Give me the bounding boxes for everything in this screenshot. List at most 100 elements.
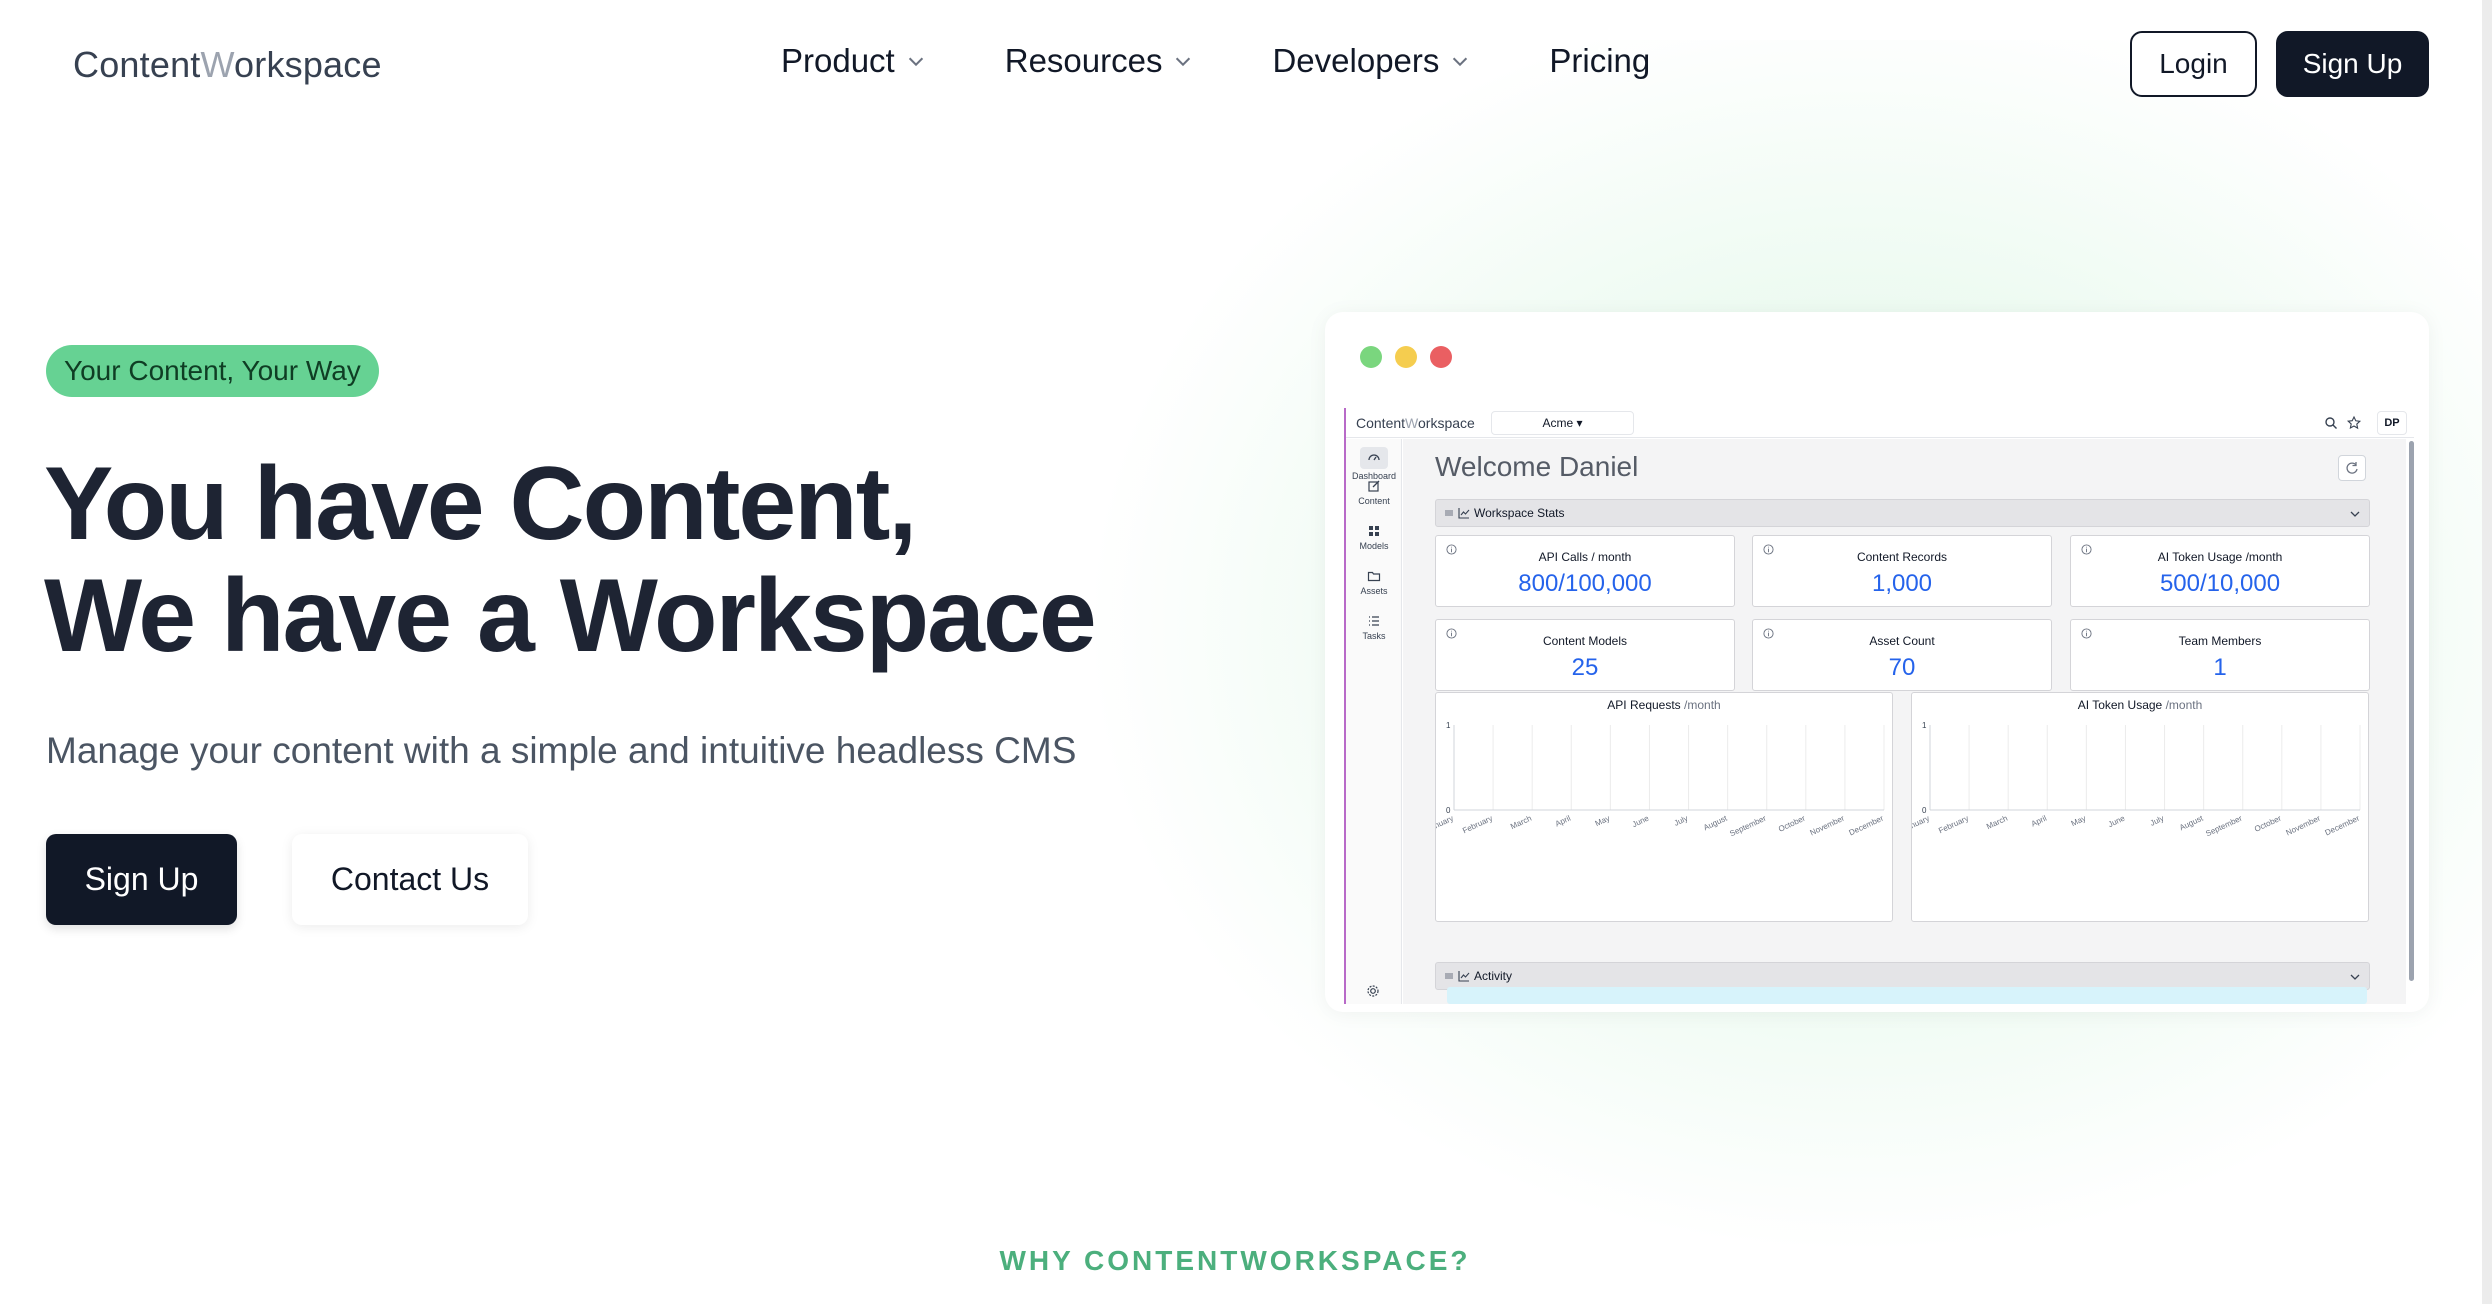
- drag-handle-icon: [1445, 973, 1453, 979]
- edit-icon: [1368, 480, 1380, 492]
- chart-card-ai-token-usage: AI Token Usage /month 1 0 January February M…: [1911, 692, 2369, 922]
- app-logo: ContentWorkspace: [1356, 415, 1475, 431]
- chevron-down-icon: [1453, 57, 1468, 67]
- chart-x-tick-label: June: [1631, 813, 1651, 829]
- sidebar-label: Content: [1358, 496, 1390, 506]
- chart-x-tick-label: October: [2253, 814, 2283, 834]
- stat-value: 800/100,000: [1518, 570, 1652, 597]
- window-dot-yellow: [1395, 346, 1417, 368]
- chart-x-tick-label: May: [2070, 814, 2088, 829]
- menu-pricing[interactable]: Pricing: [1549, 42, 1650, 80]
- hero-contact-button[interactable]: Contact Us: [292, 834, 528, 925]
- stat-card: Content Models 25: [1435, 619, 1735, 691]
- signup-button-nav[interactable]: Sign Up: [2276, 31, 2429, 97]
- section-title: Workspace Stats: [1474, 506, 1565, 520]
- site-logo[interactable]: ContentWorkspace: [73, 44, 382, 86]
- chart-x-tick-label: June: [2107, 813, 2127, 829]
- chart-x-tick-label: August: [2178, 813, 2205, 832]
- chart-card-api-requests: API Requests /month 1 0 January February Mar…: [1435, 692, 1893, 922]
- chart-x-tick-label: July: [1673, 814, 1690, 828]
- chart-title: API Requests /month: [1607, 698, 1721, 712]
- stat-title: Team Members: [2178, 634, 2262, 648]
- star-icon: [2346, 415, 2362, 430]
- chevron-down-icon: [2350, 511, 2360, 517]
- hero-headline-line-2: We have a Workspace: [44, 558, 1097, 674]
- refresh-button: [2338, 455, 2366, 481]
- chart-y-tick-label: 1: [1922, 721, 1927, 730]
- chart-line-icon: [1458, 508, 1470, 519]
- hero-headline-line-1: You have Content,: [44, 446, 917, 562]
- chart-x-tick-label: February: [1937, 814, 1970, 836]
- stat-card: Team Members 1: [2070, 619, 2370, 691]
- hero-badge: Your Content, Your Way: [46, 345, 379, 397]
- stat-card: API Calls / month 800/100,000: [1435, 535, 1735, 607]
- chart-x-tick-label: February: [1461, 814, 1494, 836]
- chart-x-tick-label: April: [2030, 814, 2049, 829]
- chart-x-tick-label: January: [1436, 814, 1455, 834]
- chart-x-tick-label: December: [1848, 814, 1886, 838]
- ai-token-usage-chart: 10January February March April May June July Au…: [1912, 721, 2362, 839]
- chart-x-tick-label: October: [1777, 814, 1807, 834]
- menu-product[interactable]: Product: [781, 42, 927, 80]
- why-section-heading: WHY CONTENTWORKSPACE?: [999, 1245, 1471, 1276]
- hero-subhead: Manage your content with a simple and in…: [46, 730, 1077, 771]
- workspace-select: Acme ▾: [1491, 411, 1634, 435]
- refresh-icon: [2346, 462, 2358, 474]
- stat-title: API Calls / month: [1538, 550, 1632, 564]
- section-title: Activity: [1474, 969, 1513, 983]
- chart-x-tick-label: March: [1509, 814, 1533, 832]
- stat-title: Content Records: [1856, 550, 1948, 564]
- stat-title: Content Models: [1542, 634, 1628, 648]
- app-scrollbar: [2409, 441, 2414, 981]
- page-scrollbar[interactable]: [2482, 0, 2492, 1304]
- folder-icon: [1367, 571, 1381, 582]
- chevron-down-icon: [2350, 974, 2360, 980]
- chart-line-icon: [1458, 971, 1470, 982]
- stat-value: 70: [1888, 654, 1916, 681]
- stat-title: Asset Count: [1869, 634, 1935, 648]
- chart-x-tick-label: March: [1985, 814, 2009, 832]
- sidebar-item-assets: Assets: [1346, 569, 1402, 596]
- grid-icon: [1369, 526, 1379, 536]
- main-menu: Product Resources Developers Pricing: [781, 42, 1650, 80]
- chart-x-tick-label: July: [2149, 814, 2166, 828]
- drag-handle-icon: [1445, 510, 1453, 516]
- hero-signup-button[interactable]: Sign Up: [46, 834, 237, 925]
- dashboard-icon: [1368, 454, 1380, 461]
- stat-title: AI Token Usage /month: [2157, 550, 2283, 564]
- menu-resources[interactable]: Resources: [1005, 42, 1195, 80]
- stat-card: AI Token Usage /month 500/10,000: [2070, 535, 2370, 607]
- avatar: DP: [2377, 411, 2407, 435]
- app-main: Welcome Daniel Workspace Stats API Calls…: [1403, 439, 2406, 1004]
- sidebar-label: Models: [1359, 541, 1389, 551]
- gear-icon: [1367, 985, 1379, 997]
- window-dot-green: [1360, 346, 1382, 368]
- app-topbar: ContentWorkspace Acme ▾ DP: [1346, 408, 2414, 438]
- menu-resources-label: Resources: [1004, 42, 1163, 79]
- stat-value: 1: [2213, 654, 2227, 681]
- chart-x-tick-label: December: [2324, 814, 2362, 838]
- welcome-title: Welcome Daniel: [1435, 451, 1639, 482]
- chart-x-tick-label: January: [1912, 814, 1931, 834]
- api-requests-chart: 10January February March April May June July Au…: [1436, 721, 1886, 839]
- chart-x-tick-label: November: [1809, 814, 1847, 838]
- stat-value: 500/10,000: [2159, 570, 2281, 597]
- activity-placeholder: [1447, 987, 2367, 1004]
- sidebar-item-models: Models: [1346, 524, 1402, 551]
- chart-x-tick-label: September: [2204, 814, 2244, 839]
- activity-section: Activity: [1435, 962, 2370, 990]
- app-preview-window: ContentWorkspace Acme ▾ DP Dashboard Con…: [1325, 312, 2429, 1012]
- top-navbar: ContentWorkspace Product Resources Devel…: [0, 0, 2492, 130]
- sidebar-label: Tasks: [1362, 631, 1386, 641]
- menu-developers-label: Developers: [1272, 42, 1440, 79]
- stat-card: Content Records 1,000: [1752, 535, 2052, 607]
- menu-developers[interactable]: Developers: [1272, 42, 1471, 80]
- chart-x-tick-label: August: [1702, 813, 1729, 832]
- chart-x-tick-label: September: [1728, 814, 1768, 839]
- menu-pricing-label: Pricing: [1549, 42, 1651, 79]
- chevron-down-icon: [1176, 57, 1191, 67]
- login-button[interactable]: Login: [2130, 31, 2257, 97]
- chevron-down-icon: [908, 57, 923, 67]
- chart-x-tick-label: November: [2285, 814, 2323, 838]
- app-screenshot: ContentWorkspace Acme ▾ DP Dashboard Con…: [1344, 408, 2414, 1004]
